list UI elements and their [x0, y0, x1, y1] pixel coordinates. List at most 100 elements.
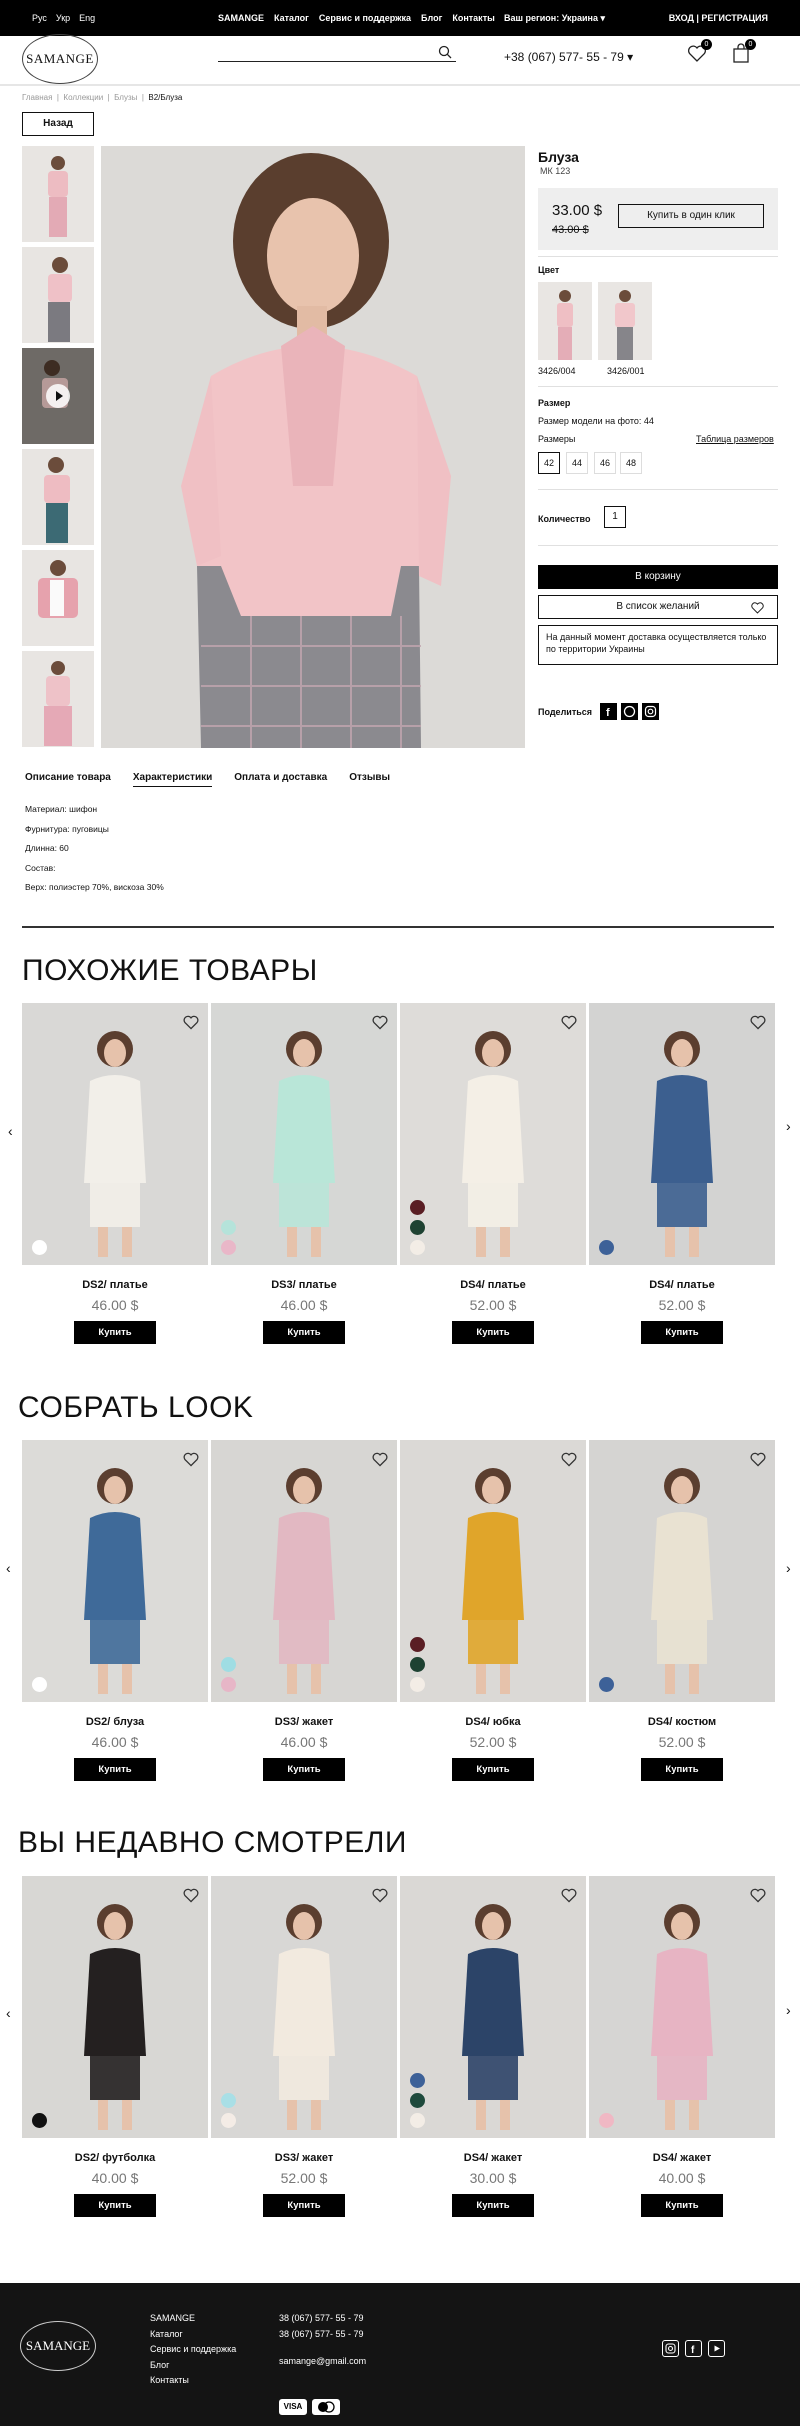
- footer-link[interactable]: Контакты: [150, 2373, 236, 2389]
- color-dot[interactable]: [599, 1677, 614, 1692]
- product-card-image[interactable]: [211, 1440, 397, 1702]
- facebook-icon[interactable]: f: [685, 2340, 702, 2357]
- product-card-image[interactable]: [400, 1003, 586, 1265]
- product-card[interactable]: DS2/ блуза 46.00 $ Купить: [22, 1440, 208, 1781]
- heart-icon[interactable]: [371, 1450, 389, 1468]
- quantity-input[interactable]: 1: [604, 506, 626, 528]
- color-dot[interactable]: [32, 2113, 47, 2128]
- lang-ru[interactable]: Рус: [32, 13, 47, 23]
- product-card-name[interactable]: DS3/ жакет: [211, 2152, 397, 2164]
- product-card-image[interactable]: [400, 1440, 586, 1702]
- product-card-image[interactable]: [22, 1003, 208, 1265]
- tab-reviews[interactable]: Отзывы: [349, 772, 390, 786]
- add-to-cart-button[interactable]: В корзину: [538, 565, 778, 589]
- product-card[interactable]: DS2/ платье 46.00 $ Купить: [22, 1003, 208, 1344]
- color-dot[interactable]: [221, 1240, 236, 1255]
- color-dot[interactable]: [410, 2093, 425, 2108]
- product-card[interactable]: DS3/ жакет 52.00 $ Купить: [211, 1876, 397, 2217]
- buy-button[interactable]: Купить: [452, 1321, 534, 1344]
- heart-icon[interactable]: [560, 1450, 578, 1468]
- product-card-name[interactable]: DS4/ платье: [589, 1279, 775, 1291]
- product-card-image[interactable]: [211, 1876, 397, 2138]
- color-dot[interactable]: [221, 1220, 236, 1235]
- whatsapp-icon[interactable]: [621, 703, 638, 720]
- color-dot[interactable]: [221, 2113, 236, 2128]
- heart-icon[interactable]: [749, 1013, 767, 1031]
- buy-one-click-button[interactable]: Купить в один клик: [618, 204, 764, 228]
- footer-link[interactable]: SAMANGE: [150, 2311, 236, 2327]
- product-card-name[interactable]: DS2/ платье: [22, 1279, 208, 1291]
- product-card-name[interactable]: DS4/ жакет: [589, 2152, 775, 2164]
- footer-logo[interactable]: SAMANGE: [20, 2321, 96, 2371]
- heart-icon[interactable]: [182, 1450, 200, 1468]
- color-dot[interactable]: [32, 1677, 47, 1692]
- product-card[interactable]: DS4/ юбка 52.00 $ Купить: [400, 1440, 586, 1781]
- carousel-next-icon[interactable]: ›: [786, 1118, 791, 1134]
- color-dot[interactable]: [410, 1220, 425, 1235]
- product-card-name[interactable]: DS3/ платье: [211, 1279, 397, 1291]
- product-card-image[interactable]: [22, 1876, 208, 2138]
- color-swatch-1[interactable]: [538, 282, 592, 360]
- product-card[interactable]: DS4/ жакет 40.00 $ Купить: [589, 1876, 775, 2217]
- youtube-icon[interactable]: [708, 2340, 725, 2357]
- color-dot[interactable]: [221, 1677, 236, 1692]
- buy-button[interactable]: Купить: [263, 1321, 345, 1344]
- product-card-image[interactable]: [211, 1003, 397, 1265]
- product-card-name[interactable]: DS4/ костюм: [589, 1716, 775, 1728]
- color-dot[interactable]: [410, 2073, 425, 2088]
- lang-uk[interactable]: Укр: [56, 13, 70, 23]
- heart-icon[interactable]: [371, 1886, 389, 1904]
- product-card-name[interactable]: DS3/ жакет: [211, 1716, 397, 1728]
- product-card-name[interactable]: DS4/ юбка: [400, 1716, 586, 1728]
- product-card-image[interactable]: [589, 1003, 775, 1265]
- size-option-44[interactable]: 44: [566, 452, 588, 474]
- buy-button[interactable]: Купить: [452, 1758, 534, 1781]
- heart-icon[interactable]: [371, 1013, 389, 1031]
- thumbnail-video[interactable]: [22, 348, 94, 444]
- product-card-image[interactable]: [400, 1876, 586, 2138]
- main-product-image[interactable]: [101, 146, 525, 748]
- logo[interactable]: SAMANGE: [22, 34, 98, 84]
- color-dot[interactable]: [32, 1240, 47, 1255]
- carousel-next-icon[interactable]: ›: [786, 2002, 791, 2018]
- color-dot[interactable]: [410, 1657, 425, 1672]
- footer-link[interactable]: Сервис и поддержка: [150, 2342, 236, 2358]
- product-card[interactable]: DS3/ жакет 46.00 $ Купить: [211, 1440, 397, 1781]
- size-option-46[interactable]: 46: [594, 452, 616, 474]
- buy-button[interactable]: Купить: [641, 2194, 723, 2217]
- carousel-prev-icon[interactable]: ‹: [6, 1560, 11, 1576]
- color-dot[interactable]: [599, 1240, 614, 1255]
- crumb-blouses[interactable]: Блузы: [114, 93, 137, 102]
- buy-button[interactable]: Купить: [74, 1321, 156, 1344]
- product-card[interactable]: DS4/ платье 52.00 $ Купить: [589, 1003, 775, 1344]
- footer-phone[interactable]: 38 (067) 577- 55 - 79: [279, 2311, 366, 2327]
- buy-button[interactable]: Купить: [452, 2194, 534, 2217]
- carousel-next-icon[interactable]: ›: [786, 1560, 791, 1576]
- lang-en[interactable]: Eng: [79, 13, 95, 23]
- nav-service[interactable]: Сервис и поддержка: [319, 13, 411, 23]
- color-dot[interactable]: [221, 2093, 236, 2108]
- heart-icon[interactable]: [749, 1886, 767, 1904]
- footer-email[interactable]: samange@gmail.com: [279, 2354, 366, 2370]
- buy-button[interactable]: Купить: [263, 1758, 345, 1781]
- buy-button[interactable]: Купить: [641, 1758, 723, 1781]
- thumbnail-4[interactable]: [22, 449, 94, 545]
- footer-phone[interactable]: 38 (067) 577- 55 - 79: [279, 2327, 366, 2343]
- crumb-collections[interactable]: Коллекции: [63, 93, 103, 102]
- carousel-prev-icon[interactable]: ‹: [6, 2005, 11, 2021]
- thumbnail-2[interactable]: [22, 247, 94, 343]
- search-input[interactable]: [218, 58, 456, 62]
- product-card-name[interactable]: DS2/ футболка: [22, 2152, 208, 2164]
- add-to-wishlist-button[interactable]: В список желаний: [538, 595, 778, 619]
- carousel-prev-icon[interactable]: ‹: [8, 1123, 13, 1139]
- color-dot[interactable]: [410, 1240, 425, 1255]
- product-card-name[interactable]: DS4/ платье: [400, 1279, 586, 1291]
- crumb-home[interactable]: Главная: [22, 93, 52, 102]
- color-dot[interactable]: [410, 1637, 425, 1652]
- buy-button[interactable]: Купить: [74, 2194, 156, 2217]
- nav-catalog[interactable]: Каталог: [274, 13, 309, 23]
- tab-description[interactable]: Описание товара: [25, 772, 111, 786]
- product-card[interactable]: DS4/ платье 52.00 $ Купить: [400, 1003, 586, 1344]
- auth-links[interactable]: ВХОД | РЕГИСТРАЦИЯ: [669, 13, 768, 23]
- buy-button[interactable]: Купить: [641, 1321, 723, 1344]
